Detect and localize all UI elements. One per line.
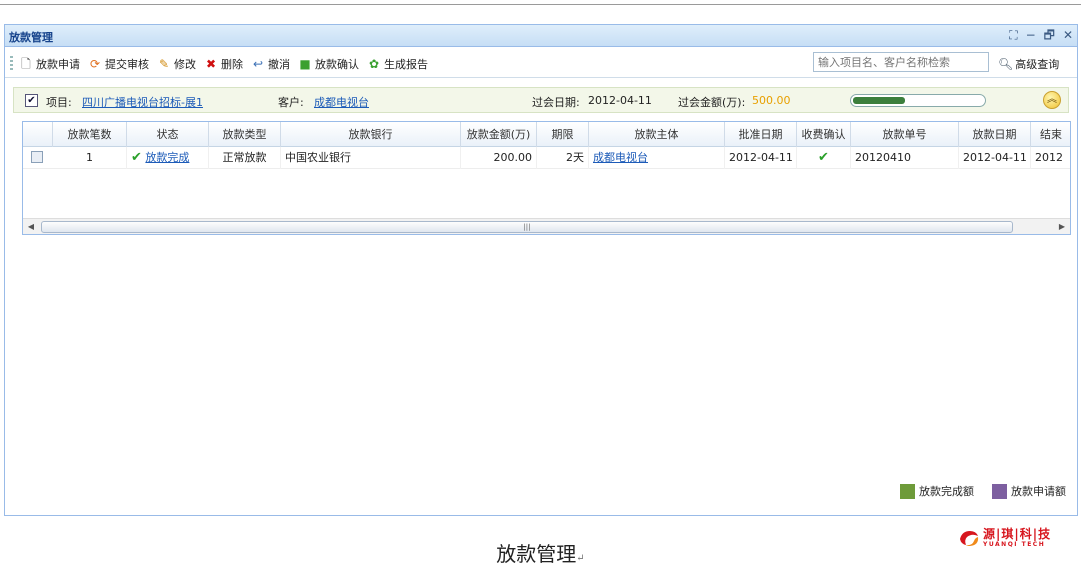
column-header[interactable]: 批准日期	[725, 122, 797, 147]
logo-mark-icon	[960, 531, 979, 546]
minimize-icon[interactable]: −	[1026, 28, 1036, 42]
legend-loan-completed: 放款完成额	[900, 483, 974, 499]
cell-amount: 200.00	[461, 147, 537, 169]
project-info-bar: ✔ 项目: 四川广播电视台招标-展1 客户: 成都电视台 过会日期: 2012-…	[13, 87, 1069, 113]
toolbar-button-label: 生成报告	[384, 58, 428, 71]
meeting-date-value: 2012-04-11	[588, 94, 652, 107]
column-header[interactable]: 放款银行	[281, 122, 461, 147]
checkmark-icon: ✔	[818, 150, 829, 165]
advanced-search-label: 高级查询	[1015, 58, 1060, 71]
undo-icon: ↩	[252, 57, 264, 71]
expand-icon[interactable]: ⛶	[1009, 28, 1017, 42]
caption-mark: ↵	[576, 553, 585, 564]
customer-label: 客户:	[278, 96, 304, 109]
toolbar-button-label: 放款确认	[315, 58, 359, 71]
row-checkbox[interactable]	[31, 151, 43, 163]
legend-label-applied: 放款申请额	[1011, 485, 1066, 498]
column-header[interactable]: 状态	[127, 122, 209, 147]
toolbar-button-label: 放款申请	[36, 58, 80, 71]
toolbar-button-label: 撤消	[268, 58, 290, 71]
panel-title: 放款管理	[9, 31, 53, 44]
column-header[interactable]: 放款单号	[851, 122, 959, 147]
window-tools: ⛶ − 🗗 ✕	[1009, 28, 1073, 42]
cell-loan-date: 2012-04-11	[959, 147, 1031, 169]
toolbar-button-label: 修改	[174, 58, 196, 71]
loan-management-panel: 放款管理 ⛶ − 🗗 ✕ 🗋 放款申请 ⟳ 提交审核 ✎ 修改 ✖ 删除 ↩ 撤消 ■ 放款确认 ✿ 生成…	[4, 24, 1078, 516]
toolbar-button-2[interactable]: ✎ 修改	[157, 56, 196, 72]
report-icon: ✿	[368, 57, 380, 71]
advanced-search-button[interactable]: 🔍︎ 高级查询	[998, 56, 1059, 72]
cell-status: ✔ 放款完成	[127, 147, 209, 169]
column-header[interactable]: 期限	[537, 122, 589, 147]
toolbar: 🗋 放款申请 ⟳ 提交审核 ✎ 修改 ✖ 删除 ↩ 撤消 ■ 放款确认 ✿ 生成报告 🔍︎ 高级查询	[5, 48, 1077, 78]
refresh-icon: ⟳	[89, 57, 101, 71]
toolbar-buttons: 🗋 放款申请 ⟳ 提交审核 ✎ 修改 ✖ 删除 ↩ 撤消 ■ 放款确认 ✿ 生成报告	[19, 56, 428, 72]
column-header[interactable]: 放款类型	[209, 122, 281, 147]
status-link[interactable]: 放款完成	[145, 151, 189, 164]
cell-approval-date: 2012-04-11	[725, 147, 797, 169]
toolbar-button-6[interactable]: ✿ 生成报告	[367, 56, 428, 72]
column-header[interactable]: 放款主体	[589, 122, 725, 147]
column-header[interactable]: 放款笔数	[53, 122, 127, 147]
scroll-right-icon[interactable]: ▶	[1054, 219, 1070, 234]
cell-entity[interactable]: 成都电视台	[589, 147, 725, 169]
figure-caption: 放款管理↵	[0, 538, 1081, 567]
toolbar-button-4[interactable]: ↩ 撤消	[251, 56, 290, 72]
toolbar-button-5[interactable]: ■ 放款确认	[298, 56, 359, 72]
pencil-icon: ✎	[158, 57, 170, 71]
toolbar-button-3[interactable]: ✖ 删除	[204, 56, 243, 72]
legend-swatch-completed	[900, 483, 915, 499]
column-header[interactable]: 结束	[1031, 122, 1070, 147]
close-icon[interactable]: ✕	[1063, 28, 1073, 42]
toolbar-button-1[interactable]: ⟳ 提交审核	[88, 56, 149, 72]
checkmark-icon: ✔	[131, 150, 142, 165]
search-input[interactable]	[813, 52, 989, 72]
grid-header: 放款笔数 状态 放款类型 放款银行 放款金额(万) 期限 放款主体 批准日期 收费确认 放款单号放…	[23, 122, 1070, 147]
column-header-select	[23, 122, 53, 147]
toolbar-button-label: 删除	[221, 58, 243, 71]
magnifier-icon: 🔍︎	[998, 57, 1014, 71]
cell-count: 1	[53, 147, 127, 169]
meeting-amount-label: 过会金额(万):	[678, 96, 746, 109]
table-row[interactable]: 1 ✔ 放款完成 正常放款 中国农业银行 200.00 2天 成都电视台 201…	[23, 147, 1070, 169]
cell-end: 2012	[1031, 147, 1070, 169]
column-header[interactable]: 放款日期	[959, 122, 1031, 147]
legend-label-completed: 放款完成额	[919, 485, 974, 498]
meeting-amount-value: 500.00	[752, 94, 791, 107]
company-logo: 源|琪|科|技 YUANQI TECH	[958, 527, 1051, 549]
loan-grid: 放款笔数 状态 放款类型 放款银行 放款金额(万) 期限 放款主体 批准日期 收费确认 放款单号放…	[22, 121, 1071, 235]
panel-header: 放款管理 ⛶ − 🗗 ✕	[5, 25, 1077, 47]
toolbar-grip[interactable]	[10, 56, 13, 70]
project-link[interactable]: 四川广播电视台招标-展1	[82, 94, 203, 110]
caption-text: 放款管理	[496, 542, 577, 566]
cell-bank: 中国农业银行	[281, 147, 461, 169]
project-checkbox[interactable]: ✔	[25, 94, 38, 107]
progress-fill	[853, 97, 905, 104]
horizontal-scrollbar[interactable]: ◀ ||| ▶	[23, 218, 1070, 234]
top-rule	[0, 4, 1081, 5]
restore-icon[interactable]: 🗗	[1044, 28, 1055, 42]
customer-link[interactable]: 成都电视台	[314, 94, 369, 110]
scroll-left-icon[interactable]: ◀	[23, 219, 39, 234]
cell-fee-confirmed: ✔	[797, 147, 851, 169]
logo-en-text: YUANQI TECH	[983, 541, 1046, 548]
loan-progress-bar	[850, 94, 986, 107]
meeting-date-label: 过会日期:	[532, 96, 580, 109]
column-header[interactable]: 放款金额(万)	[461, 122, 537, 147]
document-icon: 🗋	[21, 57, 31, 71]
legend-swatch-applied	[992, 483, 1007, 499]
cell-term: 2天	[537, 147, 589, 169]
confirm-icon: ■	[299, 57, 311, 71]
logo-cn-text: 源|琪|科|技	[983, 527, 1052, 541]
cell-loan-no: 20120410	[851, 147, 959, 169]
delete-icon: ✖	[205, 57, 217, 71]
legend-loan-applied: 放款申请额	[992, 483, 1066, 499]
cell-type: 正常放款	[209, 147, 281, 169]
project-label: 项目:	[46, 96, 72, 109]
toolbar-button-label: 提交审核	[105, 58, 149, 71]
collapse-toggle-icon[interactable]: ︽	[1043, 91, 1061, 109]
toolbar-button-0[interactable]: 🗋 放款申请	[19, 56, 80, 72]
column-header[interactable]: 收费确认	[797, 122, 851, 147]
scroll-thumb[interactable]: |||	[41, 221, 1013, 233]
